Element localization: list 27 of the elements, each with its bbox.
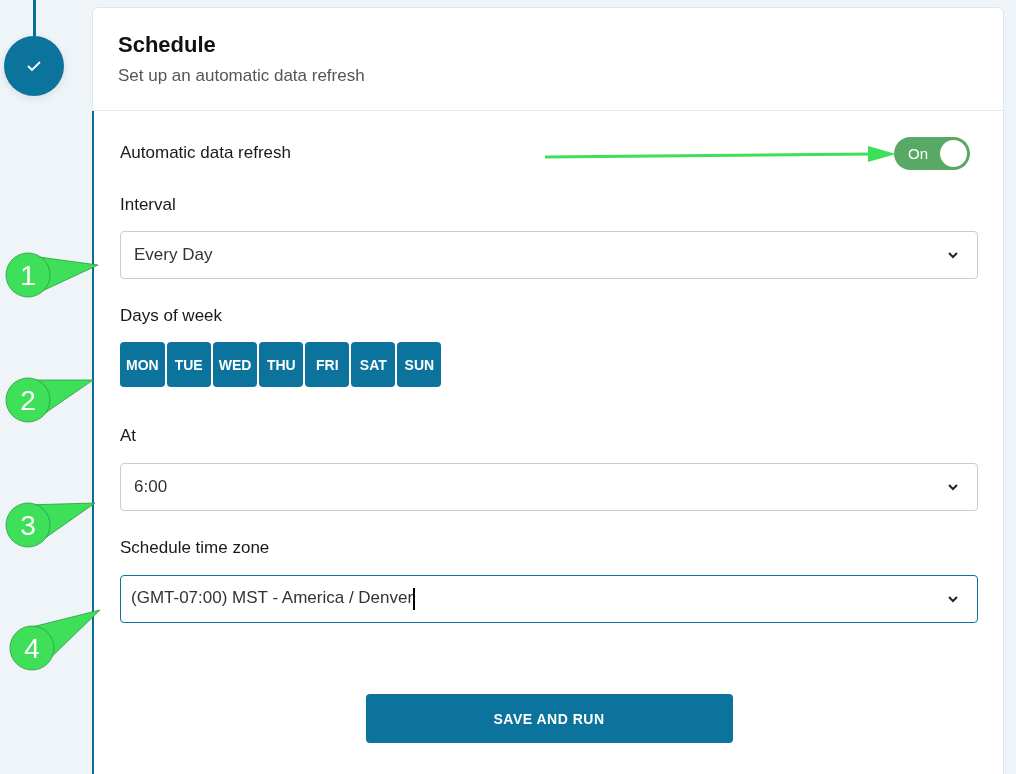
numbered-callout: 2: [5, 377, 94, 423]
field-label: Interval: [120, 195, 177, 215]
numbered-callout: 3: [5, 502, 96, 548]
chevron-down-icon: [947, 251, 959, 259]
time-dropdown[interactable]: 6:00: [120, 463, 978, 511]
day-toggle[interactable]: WED: [212, 342, 258, 387]
card-title: Schedule: [118, 32, 217, 58]
day-toggle[interactable]: TUE: [166, 342, 211, 387]
field-label: At: [120, 426, 138, 446]
numbered-callout: 1: [5, 252, 99, 298]
field-label: Schedule time zone: [120, 538, 271, 558]
day-toggle[interactable]: SUN: [397, 342, 442, 387]
save-and-run-button[interactable]: SAVE AND RUN: [365, 694, 733, 743]
day-toggle[interactable]: SAT: [351, 342, 396, 387]
day-toggle[interactable]: THU: [259, 342, 304, 387]
numbered-callout: 4: [9, 609, 101, 671]
field-label: Days of week: [120, 306, 224, 326]
toggle-switch[interactable]: On: [894, 136, 970, 170]
check-icon: [26, 60, 42, 72]
day-toggle[interactable]: MON: [120, 342, 165, 387]
interval-dropdown[interactable]: Every Day: [120, 231, 978, 279]
field-label: Automatic data refresh: [120, 143, 292, 163]
chevron-down-icon: [947, 595, 959, 603]
card-subtitle: Set up an automatic data refresh: [118, 66, 366, 86]
time-zone-dropdown[interactable]: (GMT-07:00) MST - America / Denver: [120, 575, 978, 623]
chevron-down-icon: [947, 483, 959, 491]
day-toggle[interactable]: FRI: [305, 342, 350, 387]
